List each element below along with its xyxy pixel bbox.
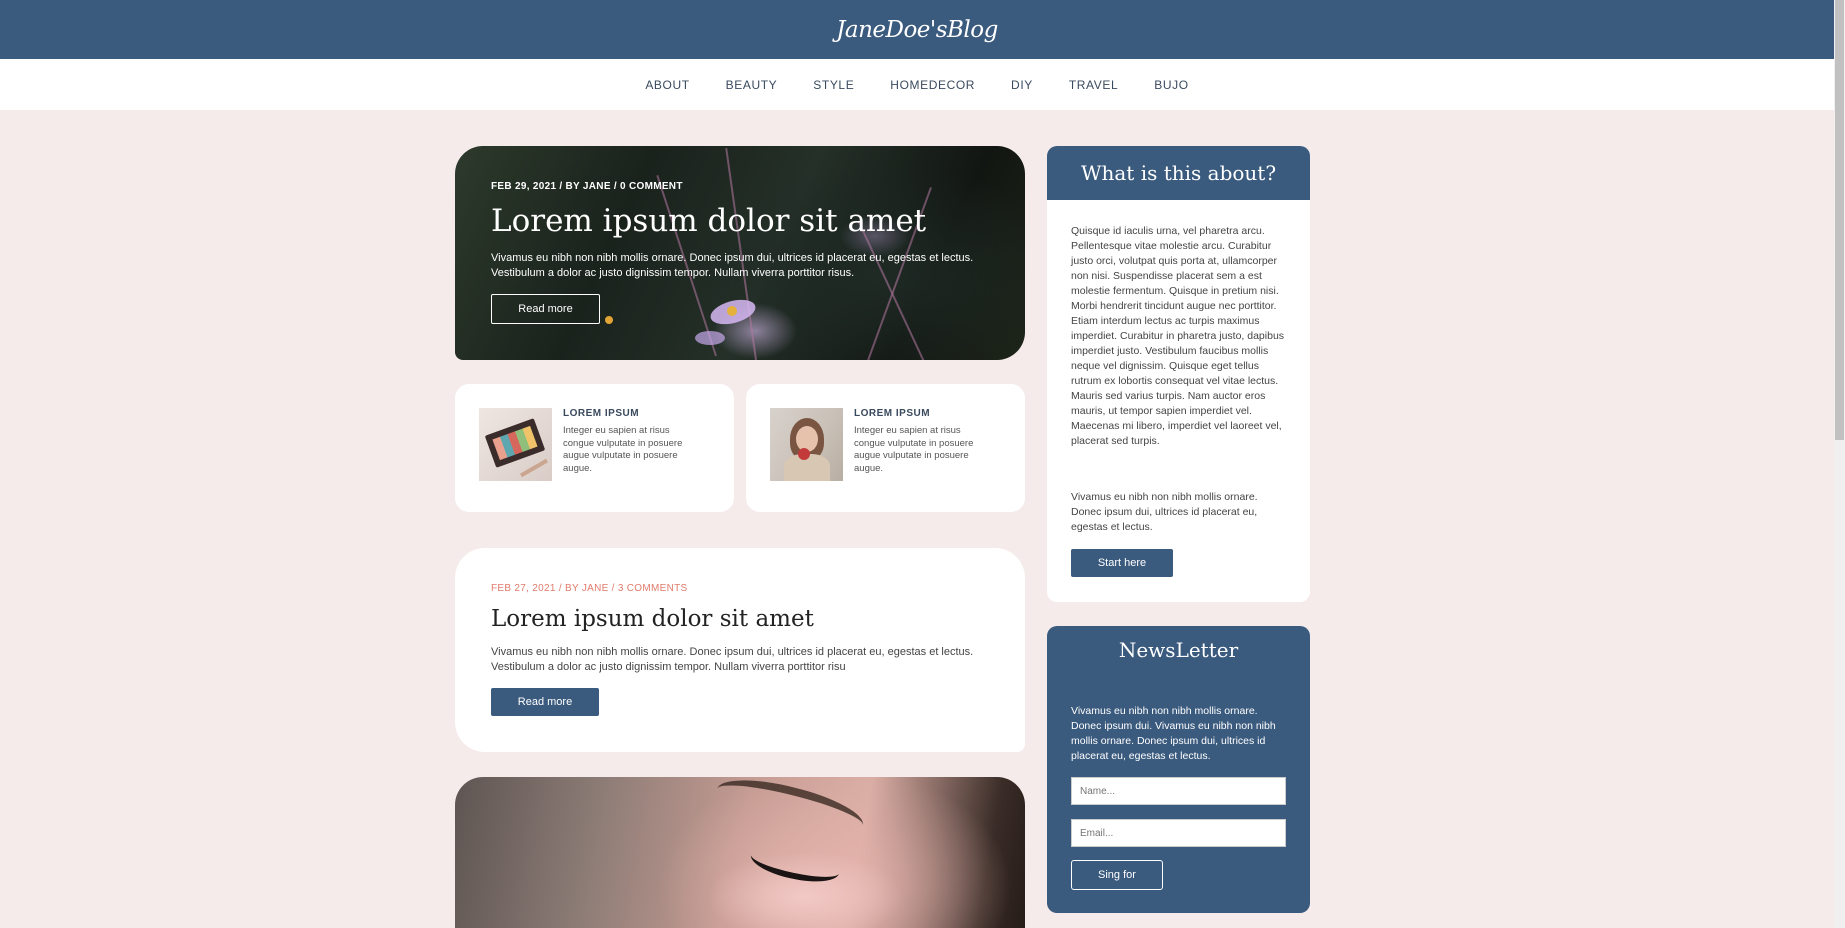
site-logo[interactable]: JaneDoe'sBlog [836,17,998,43]
eyebrow-shape [712,777,868,845]
newsletter-title: NewsLetter [1118,638,1239,662]
decor-flower [727,306,737,316]
brush-shape [520,458,548,478]
featured-post-excerpt: Vivamus eu nibh non nibh mollis ornare. … [491,252,974,279]
page-scrollbar[interactable] [1834,0,1845,928]
scrollbar-thumb[interactable] [1835,0,1844,440]
makeup-palette-thumbnail [479,408,552,481]
nav-item-beauty[interactable]: BEAUTY [726,78,778,92]
featured-post-title[interactable]: Lorem ipsum dolor sit amet [491,203,926,239]
featured-post-meta: FEB 29, 2021 / BY JANE / 0 COMMENT [491,181,683,192]
woman-portrait-thumbnail [770,408,843,481]
post-image-makeup[interactable] [455,777,1025,928]
mini-card-text: Integer eu sapien at risus congue vulput… [563,425,683,474]
post-card: FEB 27, 2021 / BY JANE / 3 COMMENTS Lore… [455,548,1025,752]
post-read-more-button[interactable]: Read more [491,688,599,716]
eyeliner-shape [747,839,843,889]
mini-card[interactable]: LOREM IPSUM Integer eu sapien at risus c… [455,384,734,512]
decor-stalk [857,220,927,360]
newsletter-widget: NewsLetter Vivamus eu nibh non nibh moll… [1047,626,1310,913]
site-header: JaneDoe'sBlog [0,0,1834,59]
about-widget-paragraph: Vivamus eu nibh non nibh mollis ornare. … [1071,491,1258,533]
mini-card-label: LOREM IPSUM [854,408,931,419]
nav-item-homedecor[interactable]: HOMEDECOR [890,78,975,92]
featured-post: FEB 29, 2021 / BY JANE / 0 COMMENT Lorem… [455,146,1025,360]
about-widget-title: What is this about? [1047,146,1310,200]
post-excerpt: Vivamus eu nibh non nibh mollis ornare. … [491,646,974,673]
nav-item-travel[interactable]: TRAVEL [1069,78,1118,92]
post-title[interactable]: Lorem ipsum dolor sit amet [491,606,814,632]
mini-card-label: LOREM IPSUM [563,408,640,419]
flower-shape [798,448,810,460]
nav-item-bujo[interactable]: BUJO [1154,78,1188,92]
nav-item-diy[interactable]: DIY [1011,78,1033,92]
nav-item-style[interactable]: STYLE [813,78,854,92]
mini-card[interactable]: LOREM IPSUM Integer eu sapien at risus c… [746,384,1025,512]
sign-up-button[interactable]: Sing for [1071,860,1163,890]
about-widget: What is this about? Quisque id iaculis u… [1047,146,1310,602]
email-input[interactable] [1071,819,1286,847]
newsletter-text: Vivamus eu nibh non nibh mollis ornare. … [1071,705,1276,762]
about-widget-paragraph: Quisque id iaculis urna, vel pharetra ar… [1071,225,1285,447]
start-here-button[interactable]: Start here [1071,549,1173,577]
name-input[interactable] [1071,777,1286,805]
main-nav: ABOUT BEAUTY STYLE HOMEDECOR DIY TRAVEL … [0,59,1834,110]
featured-read-more-button[interactable]: Read more [491,294,600,324]
mini-card-text: Integer eu sapien at risus congue vulput… [854,425,974,474]
nav-item-about[interactable]: ABOUT [645,78,689,92]
decor-flower [605,316,613,324]
post-meta: FEB 27, 2021 / BY JANE / 3 COMMENTS [491,583,688,594]
decor-flower [695,331,725,345]
